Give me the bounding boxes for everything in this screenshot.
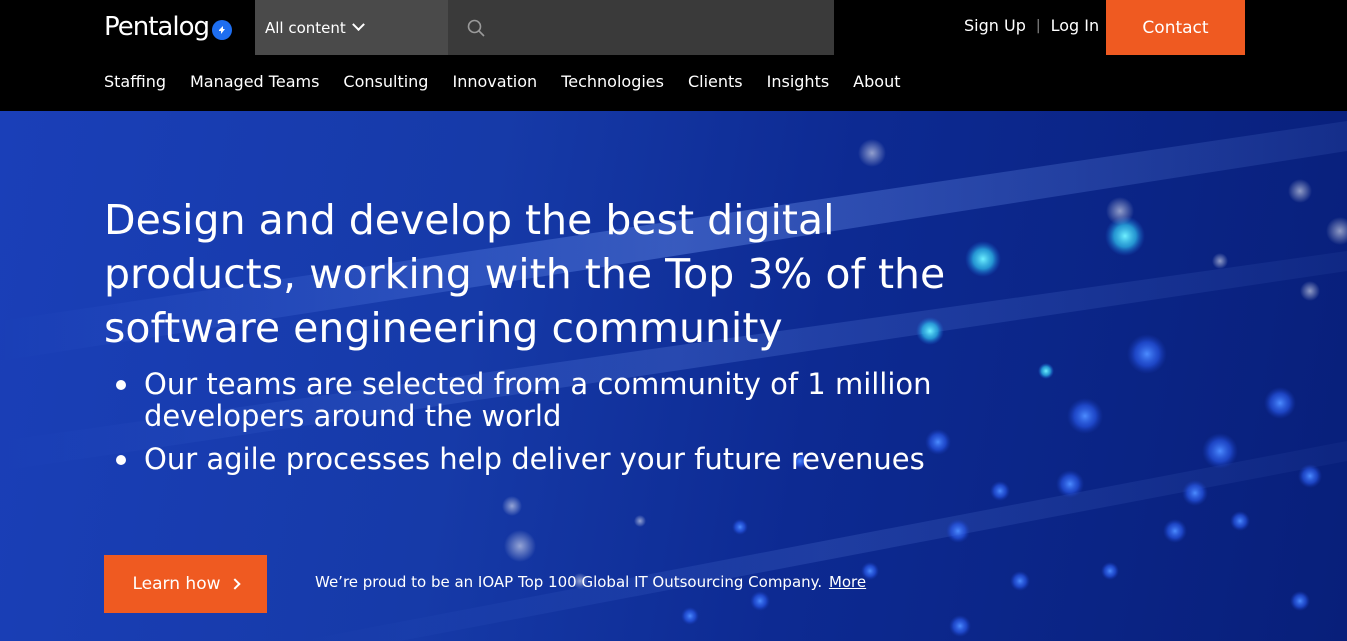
nav-item-about[interactable]: About xyxy=(853,72,900,91)
logo-badge-icon xyxy=(212,20,232,40)
search-scope-select[interactable]: All content xyxy=(255,0,448,55)
auth-links: Sign Up | Log In xyxy=(964,16,1099,35)
chevron-down-icon xyxy=(351,18,365,32)
search-scope-label: All content xyxy=(265,18,346,37)
award-text: We’re proud to be an IOAP Top 100 Global… xyxy=(315,573,823,591)
nav-item-clients[interactable]: Clients xyxy=(688,72,743,91)
chevron-right-icon xyxy=(228,578,241,590)
hero-bullet: Our agile processes help deliver your fu… xyxy=(112,443,972,475)
nav-item-consulting[interactable]: Consulting xyxy=(343,72,428,91)
nav-item-insights[interactable]: Insights xyxy=(767,72,830,91)
hero-banner: Design and develop the best digital prod… xyxy=(0,111,1347,641)
auth-separator: | xyxy=(1035,17,1041,34)
main-nav: Staffing Managed Teams Consulting Innova… xyxy=(104,72,924,91)
nav-item-innovation[interactable]: Innovation xyxy=(452,72,537,91)
hero-bullet-list: Our teams are selected from a community … xyxy=(112,368,972,486)
search-icon[interactable] xyxy=(466,18,486,38)
logo-wordmark: Pentalog xyxy=(104,12,210,42)
search-bar: All content xyxy=(255,0,834,55)
nav-item-staffing[interactable]: Staffing xyxy=(104,72,166,91)
nav-item-managed-teams[interactable]: Managed Teams xyxy=(190,72,319,91)
award-notice: We’re proud to be an IOAP Top 100 Global… xyxy=(315,573,866,591)
learn-how-button[interactable]: Learn how xyxy=(104,555,267,613)
logo[interactable]: Pentalog xyxy=(104,10,232,44)
nav-item-technologies[interactable]: Technologies xyxy=(561,72,664,91)
learn-how-label: Learn how xyxy=(132,574,221,594)
award-more-link[interactable]: More xyxy=(829,573,866,591)
log-in-link[interactable]: Log In xyxy=(1051,16,1100,35)
hero-headline: Design and develop the best digital prod… xyxy=(104,196,946,352)
sign-up-link[interactable]: Sign Up xyxy=(964,16,1026,35)
search-input[interactable] xyxy=(486,0,834,55)
hero-bullet: Our teams are selected from a community … xyxy=(112,368,972,432)
site-header: Pentalog All content Sign Up | Log In Co… xyxy=(0,0,1347,111)
contact-button[interactable]: Contact xyxy=(1106,0,1245,55)
search-field xyxy=(448,0,834,55)
